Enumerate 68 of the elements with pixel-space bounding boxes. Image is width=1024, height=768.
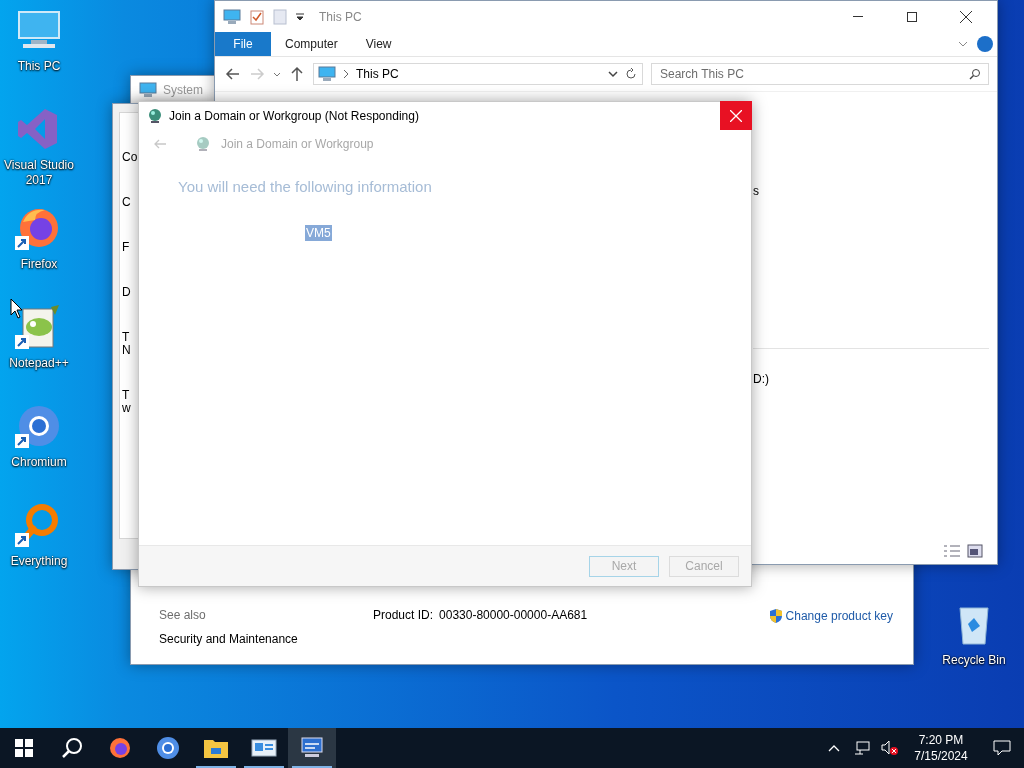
address-text: This PC xyxy=(356,67,399,81)
window-title: System xyxy=(163,83,203,97)
desktop-icon-label[interactable]: This PC xyxy=(1,59,77,74)
change-product-key-link[interactable]: Change product key xyxy=(767,608,893,624)
folder-icon xyxy=(203,737,229,759)
text-fragment: C xyxy=(122,196,131,209)
dropdown-icon[interactable] xyxy=(295,11,305,22)
caret-icon[interactable] xyxy=(608,69,618,79)
text-fragment: D xyxy=(122,286,131,299)
search-field[interactable]: Search This PC xyxy=(651,63,989,85)
text-fragment: T xyxy=(122,331,130,344)
text-fragment: D:) xyxy=(753,373,769,386)
desktop-icon-label[interactable]: Chromium xyxy=(1,455,77,470)
text-fragment: Co xyxy=(122,151,138,164)
globe-icon xyxy=(147,108,163,124)
ribbon-tab[interactable]: View xyxy=(351,32,406,56)
desktop-icon-label[interactable]: Visual Studio 2017 xyxy=(1,158,77,188)
globe-icon xyxy=(195,136,211,152)
control-panel-icon xyxy=(251,737,277,759)
shield-icon xyxy=(767,608,784,624)
minimize-icon xyxy=(853,15,863,18)
refresh-icon[interactable] xyxy=(624,67,638,81)
window-title: Join a Domain or Workgroup (Not Responding) xyxy=(169,109,419,123)
large-icons-view-icon[interactable] xyxy=(967,544,983,558)
chevron-right-icon xyxy=(342,69,350,79)
desktop-icon-label[interactable]: Notepad++ xyxy=(1,356,77,371)
chat-bubble-icon xyxy=(993,740,1011,756)
search-icon xyxy=(61,737,83,759)
selected-text: VM5 xyxy=(305,225,332,241)
close-icon xyxy=(960,10,972,23)
muted-speaker-icon xyxy=(881,740,899,756)
close-button[interactable] xyxy=(720,101,752,130)
see-also-link[interactable]: Security and Maintenance xyxy=(159,632,373,646)
taskbar-app-button[interactable] xyxy=(288,728,336,768)
network-icon xyxy=(854,740,870,756)
desktop-icon-label[interactable]: Recycle Bin xyxy=(936,653,1012,668)
text-fragment: F xyxy=(122,241,130,254)
computer-icon xyxy=(299,736,325,760)
address-bar[interactable]: This PC xyxy=(313,63,643,85)
see-also-label: See also xyxy=(159,608,207,622)
product-id: 00330-80000-00000-AA681 xyxy=(439,608,588,622)
chromium-icon xyxy=(156,736,180,760)
computer-icon xyxy=(318,66,336,82)
up-arrow-icon[interactable] xyxy=(289,66,305,82)
ribbon-tab[interactable]: Computer xyxy=(271,32,352,56)
wizard-title: Join a Domain or Workgroup xyxy=(221,137,374,151)
chevron-up-icon xyxy=(828,744,840,752)
clock[interactable]: 7:20 PM 7/15/2024 xyxy=(906,732,976,764)
maximize-icon xyxy=(907,11,917,22)
text-fragment: w xyxy=(122,402,131,415)
mouse-pointer-icon xyxy=(10,298,24,320)
close-icon xyxy=(730,109,742,122)
text-fragment: s xyxy=(753,185,759,198)
ribbon-tab[interactable]: File xyxy=(215,32,271,56)
firefox-icon xyxy=(108,736,132,760)
search-icon xyxy=(969,68,981,80)
computer-icon xyxy=(223,8,241,25)
windows-logo-icon xyxy=(15,739,33,757)
text-fragment: T xyxy=(122,389,130,402)
desktop-icon-label[interactable]: Everything xyxy=(1,554,77,569)
text-fragment: N xyxy=(122,344,131,357)
window-title: This PC xyxy=(319,9,362,24)
system-icon xyxy=(139,82,157,98)
back-arrow-icon[interactable] xyxy=(225,66,241,82)
wizard-heading: You will need the following information xyxy=(178,178,433,195)
desktop-icon-label[interactable]: Firefox xyxy=(1,257,77,272)
product-id-label: Product ID: xyxy=(373,608,434,622)
properties-icon[interactable] xyxy=(249,8,265,25)
